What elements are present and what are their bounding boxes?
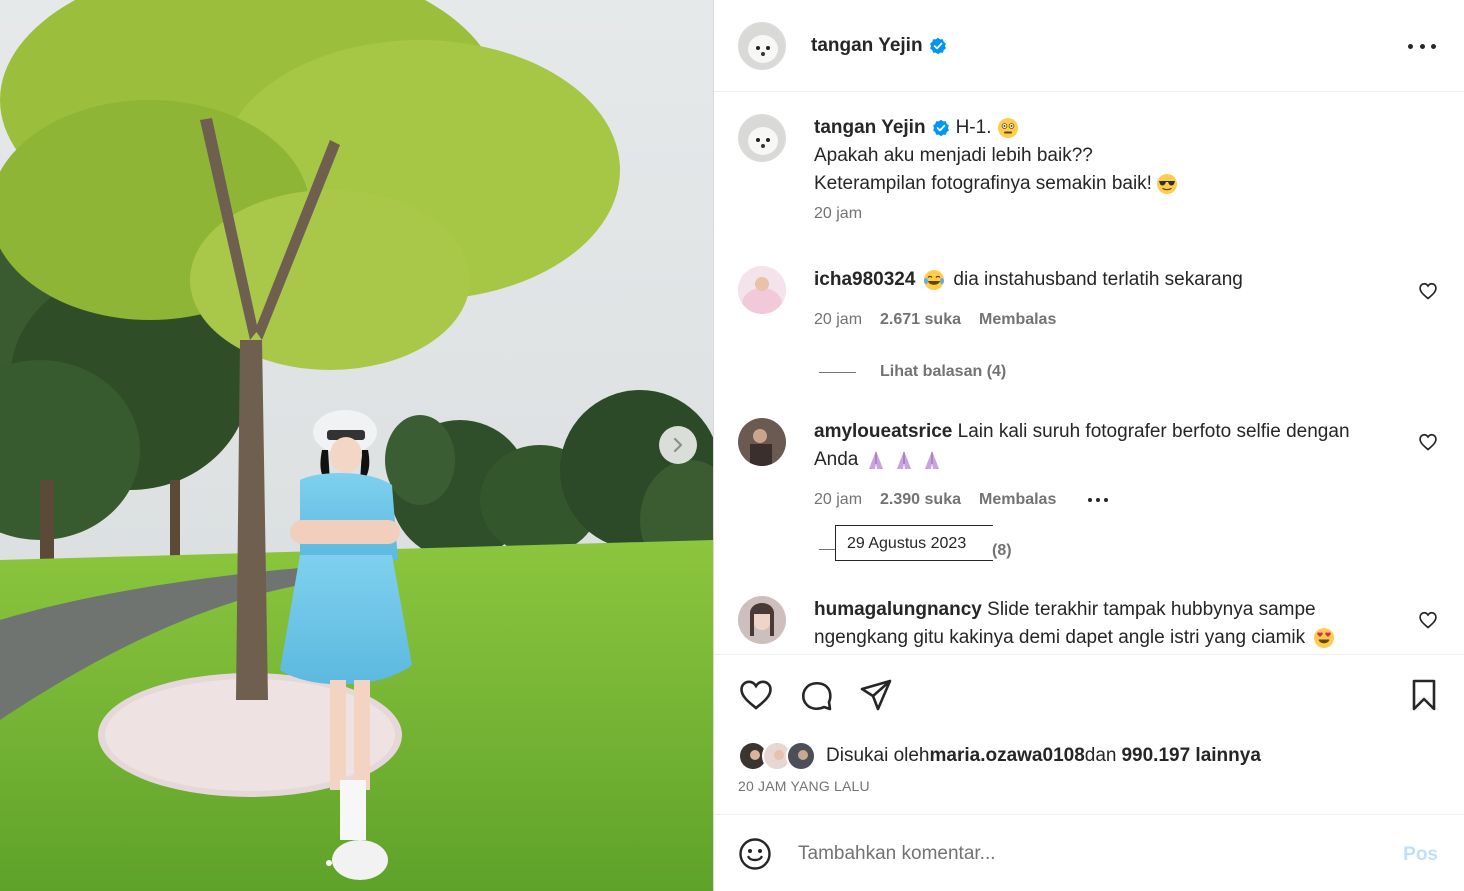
liker-photo [788, 743, 814, 769]
more-icon [1431, 43, 1436, 49]
tooltip-date: 29 Agustus 2023 [847, 535, 967, 552]
post-time[interactable]: 20 JAM YANG LALU [738, 778, 870, 794]
caption-time: 20 jam [814, 205, 863, 222]
comment-body: amyloueatsrice Lain kali suruh fotografe… [814, 418, 1414, 510]
heart-eyes-emoji-icon [1314, 628, 1335, 648]
more-icon [1104, 498, 1109, 502]
comment-body: humagalungnancy Slide terakhir tampak hu… [814, 596, 1414, 652]
author-username[interactable]: tangan Yejin [811, 35, 947, 57]
post-actions: Disukai oleh maria.ozawa0108 dan 990.197… [714, 654, 1464, 814]
flushed-face-emoji-icon [998, 118, 1019, 138]
commenter-photo [738, 266, 786, 314]
comment-like-count[interactable]: 2.390 suka [880, 490, 961, 510]
author-avatar[interactable] [738, 114, 786, 162]
comment-text: ngengkang gitu kakinya demi dapet angle … [814, 627, 1306, 648]
slide-dot [326, 860, 332, 866]
chevron-right-icon [673, 438, 683, 452]
heart-icon[interactable] [738, 677, 774, 713]
comment-time: 20 jam [814, 311, 863, 328]
next-slide-button[interactable] [659, 426, 697, 464]
sunglasses-face-emoji-icon [1156, 174, 1177, 194]
more-icon [1096, 498, 1101, 502]
commenter-photo [738, 418, 786, 466]
view-replies-label[interactable]: Lihat balasan (4) [880, 363, 1006, 381]
comment-input[interactable] [798, 835, 1378, 873]
heart-icon[interactable] [1418, 281, 1438, 301]
divider-line [819, 371, 856, 373]
comment-text: dia instahusband terlatih sekarang [953, 269, 1243, 290]
tears-of-joy-emoji-icon [924, 270, 945, 290]
photo-scene [0, 0, 713, 891]
dog-avatar-image [739, 23, 785, 69]
verified-icon [932, 119, 949, 137]
likes-summary: Disukai oleh maria.ozawa0108 dan 990.197… [738, 741, 1261, 771]
caption-line: Apakah aku menjadi lebih baik?? [814, 145, 1093, 166]
reply-button[interactable]: Membalas [979, 490, 1056, 510]
caption-line: H-1. [955, 117, 992, 138]
view-replies-button[interactable]: Lihat balasan (4) [819, 363, 1006, 381]
caption-line: Keterampilan fotografinya semakin baik! [814, 173, 1152, 194]
liker-avatar[interactable] [786, 741, 816, 771]
praying-hands-emoji-icon [897, 451, 912, 469]
share-icon[interactable] [858, 677, 894, 713]
post-header: tangan Yejin [714, 0, 1464, 92]
heart-icon[interactable] [1418, 432, 1438, 452]
liker-username[interactable]: maria.ozawa0108 [930, 745, 1085, 767]
likes-prefix: Disukai oleh [826, 745, 930, 766]
comment-composer: Pos [714, 814, 1464, 891]
post-button[interactable]: Pos [1403, 844, 1438, 866]
verified-icon [929, 37, 946, 55]
comment-text: Slide terakhir tampak hubbynya sampe [987, 599, 1316, 620]
comment-text: Anda [814, 449, 859, 470]
likes-count[interactable]: 990.197 lainnya [1121, 745, 1260, 767]
more-icon [1419, 43, 1425, 49]
author-username-text[interactable]: tangan Yejin [811, 35, 923, 57]
caption-username[interactable]: tangan Yejin [814, 114, 926, 142]
comment-username[interactable]: amyloueatsrice [814, 421, 952, 442]
comment-text: Lain kali suruh fotografer berfoto selfi… [957, 421, 1350, 442]
comment-icon[interactable] [798, 677, 834, 713]
comment-username[interactable]: icha980324 [814, 266, 915, 294]
reply-button[interactable]: Membalas [979, 310, 1056, 330]
post-photo [0, 0, 713, 891]
praying-hands-emoji-icon [925, 451, 940, 469]
comments-list[interactable]: tangan Yejin H-1. Apakah aku menjadi leb… [714, 93, 1464, 653]
comment-username[interactable]: humagalungnancy [814, 599, 982, 620]
more-icon [1408, 43, 1413, 49]
commenter-avatar[interactable] [738, 266, 786, 314]
more-options-button[interactable] [1408, 36, 1436, 56]
comment-body: icha980324 dia instahusband terlatih sek… [814, 266, 1414, 330]
dog-avatar-image [739, 115, 785, 161]
commenter-photo [738, 596, 786, 644]
commenter-avatar[interactable] [738, 418, 786, 466]
comment-more-button[interactable] [1088, 490, 1109, 510]
slide-indicator [326, 860, 332, 866]
comment-like-count[interactable]: 2.671 suka [880, 310, 961, 330]
timestamp-tooltip: 29 Agustus 2023 [835, 525, 993, 561]
author-avatar[interactable] [738, 22, 786, 70]
divider-line [819, 549, 835, 550]
commenter-avatar[interactable] [738, 596, 786, 644]
heart-icon[interactable] [1418, 610, 1438, 630]
caption-body: tangan Yejin H-1. Apakah aku menjadi leb… [814, 114, 1414, 224]
emoji-icon[interactable] [738, 837, 772, 871]
likes-middle: dan [1084, 745, 1117, 766]
liker-avatars [738, 741, 818, 771]
bookmark-icon[interactable] [1406, 677, 1442, 713]
praying-hands-emoji-icon [869, 451, 884, 469]
post-side-panel: tangan Yejin tangan Yejin H-1. Apakah ak… [713, 0, 1464, 891]
comment-time: 20 jam [814, 491, 863, 508]
more-icon [1088, 498, 1093, 502]
reply-count[interactable]: (8) [992, 542, 1012, 560]
